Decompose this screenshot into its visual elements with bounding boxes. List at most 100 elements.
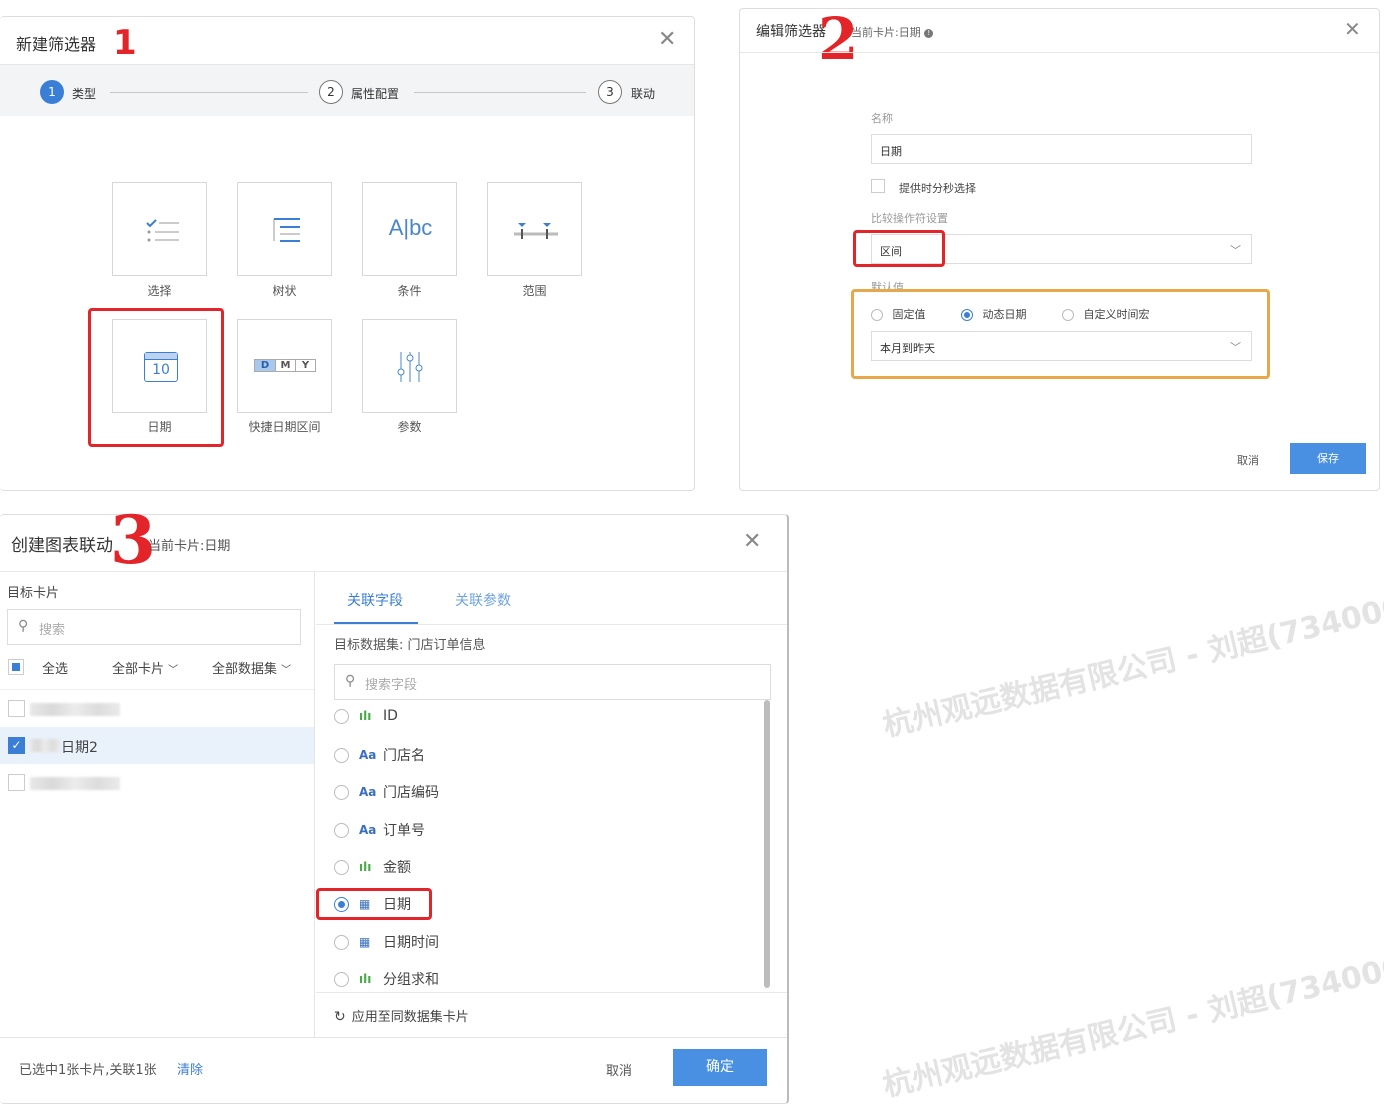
type-tree-tile[interactable] [237, 182, 332, 276]
radio-dynamic[interactable]: 动态日期 [961, 306, 1027, 322]
blurred-card-name [30, 777, 120, 790]
list-item[interactable]: ✓ 日期2 [0, 727, 314, 764]
range-slider-icon [514, 223, 558, 239]
edit-filter-dialog: 编辑筛选器 当前卡片:日期 ! 2 ✕ 名称 日期 提供时分秒选择 比较操作符设… [739, 5, 1380, 491]
field-radio[interactable] [334, 747, 349, 763]
step-2-label: 属性配置 [351, 87, 400, 101]
radio-custom-macro[interactable]: 自定义时间宏 [1062, 306, 1150, 322]
type-quick-date-tile[interactable]: D M Y [237, 319, 332, 413]
field-row[interactable]: ▦ 日期时间 [334, 932, 439, 952]
tab-divider [316, 624, 787, 625]
field-row[interactable]: ılı 金额 [334, 857, 411, 877]
dmy-month: M [275, 360, 295, 371]
target-card-pane: 目标卡片 ⚲ 搜索 全选 全部卡片 ﹀ 全部数据集 ﹀ ✓ 日期2 [0, 572, 315, 1037]
clear-link[interactable]: 清除 [177, 1059, 203, 1078]
step-3-label: 联动 [631, 87, 656, 101]
radio-custom-circle [1062, 309, 1074, 321]
default-label: 默认值 [871, 281, 904, 289]
field-label: 门店名 [383, 748, 425, 764]
card-checkbox[interactable] [8, 700, 25, 717]
field-radio[interactable] [334, 784, 349, 800]
param-sliders-icon [397, 352, 423, 382]
list-item[interactable] [0, 690, 314, 727]
field-radio[interactable] [334, 708, 349, 724]
card-filter-label: 全部卡片 [112, 662, 165, 677]
field-search-placeholder: 搜索字段 [365, 678, 418, 693]
field-radio[interactable] [334, 859, 349, 875]
step-1-circle: 1 [40, 80, 64, 104]
step-line [110, 92, 308, 93]
close-icon[interactable]: ✕ [658, 29, 676, 51]
field-row[interactable]: Aa 门店名 [334, 745, 425, 765]
card-checkbox[interactable] [8, 774, 25, 791]
dialog-subtitle: 当前卡片:日期 [148, 539, 231, 554]
watermark: 杭州观远数据有限公司 - 刘超(734000) [879, 946, 1384, 1104]
type-param-tile[interactable] [362, 319, 457, 413]
step-line [414, 92, 586, 93]
time-select-checkbox[interactable] [871, 179, 885, 193]
chart-link-dialog: 创建图表联动 3 当前卡片:日期 ✕ 目标卡片 ⚲ 搜索 全选 全部卡片 ﹀ 全… [0, 501, 789, 1104]
dmy-year: Y [295, 360, 315, 371]
dialog-title: 创建图表联动 [11, 536, 113, 556]
dataset-filter-dropdown[interactable]: 全部数据集 ﹀ [212, 658, 291, 677]
close-icon[interactable]: ✕ [743, 531, 761, 553]
text-icon: Aa [359, 823, 377, 837]
cancel-button[interactable]: 取消 [606, 1060, 632, 1079]
footer-divider [0, 1037, 787, 1038]
field-row[interactable]: ılı ID [334, 708, 398, 724]
tab-link-fields[interactable]: 关联字段 [347, 590, 403, 610]
confirm-button[interactable]: 确定 [673, 1049, 767, 1086]
dynamic-date-select[interactable]: 本月到昨天 ﹀ [871, 331, 1252, 361]
type-select-label: 选择 [147, 284, 172, 298]
radio-fixed[interactable]: 固定值 [871, 306, 926, 322]
chevron-down-icon: ﹀ [168, 665, 179, 676]
field-row[interactable]: Aa 门店编码 [334, 782, 439, 802]
close-icon[interactable]: ✕ [1344, 19, 1361, 39]
apply-label: 应用至同数据集卡片 [351, 1010, 469, 1025]
dialog-subtitle: 当前卡片:日期 ! [851, 24, 934, 40]
list-item[interactable] [0, 764, 314, 801]
tab-link-params[interactable]: 关联参数 [455, 590, 511, 610]
radio-dynamic-label: 动态日期 [982, 308, 1027, 321]
handwritten-1: 1 [113, 23, 137, 63]
info-icon: ! [924, 28, 934, 38]
step-2-circle: 2 [319, 80, 343, 104]
select-all-checkbox[interactable] [8, 659, 24, 675]
measure-icon: ılı [359, 709, 372, 723]
dmy-day: D [255, 360, 275, 371]
watermark: 杭州观远数据有限公司 - 刘超(734000) [879, 586, 1384, 744]
field-label: ID [383, 708, 398, 724]
dialog-title: 编辑筛选器 [756, 24, 826, 40]
field-label: 日期时间 [383, 935, 439, 951]
measure-icon: ılı [359, 972, 372, 986]
card-filter-dropdown[interactable]: 全部卡片 ﹀ [112, 658, 178, 677]
field-row[interactable]: Aa 订单号 [334, 820, 425, 840]
field-search-input[interactable]: ⚲ 搜索字段 [334, 664, 771, 700]
radio-custom-label: 自定义时间宏 [1083, 308, 1150, 321]
save-button[interactable]: 保存 [1290, 443, 1366, 474]
annotation-date-highlight [88, 308, 224, 447]
dmy-icon: D M Y [254, 359, 316, 372]
card-search-input[interactable]: ⚲ 搜索 [7, 609, 301, 645]
cancel-button[interactable]: 取消 [1237, 452, 1259, 468]
target-dataset-label: 目标数据集: 门店订单信息 [334, 638, 486, 653]
apply-same-dataset[interactable]: ↻ 应用至同数据集卡片 [334, 1006, 469, 1025]
field-radio[interactable] [334, 934, 349, 950]
chevron-down-icon: ﹀ [1230, 244, 1241, 257]
type-range-tile[interactable] [487, 182, 582, 276]
card-checkbox-checked[interactable]: ✓ [8, 737, 25, 754]
type-condition-tile[interactable]: A|bc [362, 182, 457, 276]
list-check-icon [146, 219, 179, 242]
field-radio[interactable] [334, 822, 349, 838]
name-input[interactable]: 日期 [871, 134, 1252, 164]
type-select-tile[interactable] [112, 182, 207, 276]
field-row[interactable]: ılı 分组求和 [334, 969, 439, 989]
annotation-date-field-highlight [316, 888, 432, 920]
blurred-card-name [30, 703, 120, 716]
abc-icon: A|bc [388, 215, 433, 240]
radio-dynamic-circle [961, 309, 973, 321]
field-radio[interactable] [334, 971, 349, 987]
type-param-label: 参数 [397, 420, 422, 434]
type-condition-label: 条件 [397, 284, 422, 298]
field-list-scrollbar[interactable] [764, 700, 770, 988]
